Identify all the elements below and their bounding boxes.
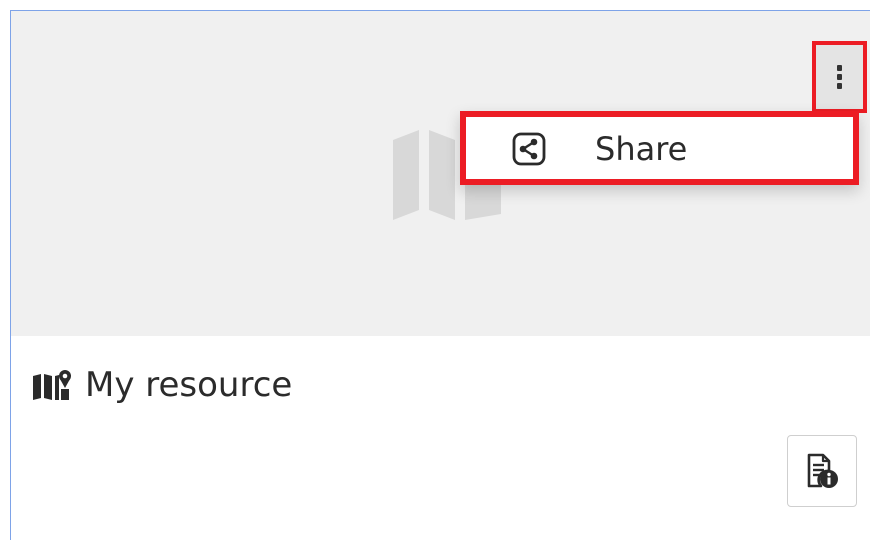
menu-item-share[interactable]: Share	[472, 123, 847, 173]
document-info-icon	[807, 453, 838, 488]
vertical-dots-icon	[837, 65, 842, 89]
resource-title-row: My resource	[33, 363, 292, 407]
resource-title: My resource	[85, 365, 293, 405]
map-marker-icon	[33, 370, 71, 400]
more-options-button[interactable]	[812, 41, 867, 113]
share-icon	[512, 132, 546, 166]
resource-card[interactable]: My resource	[10, 10, 870, 540]
resource-details-button[interactable]	[787, 435, 857, 507]
share-label: Share	[595, 130, 688, 168]
share-dropdown-menu: Share	[460, 111, 859, 185]
